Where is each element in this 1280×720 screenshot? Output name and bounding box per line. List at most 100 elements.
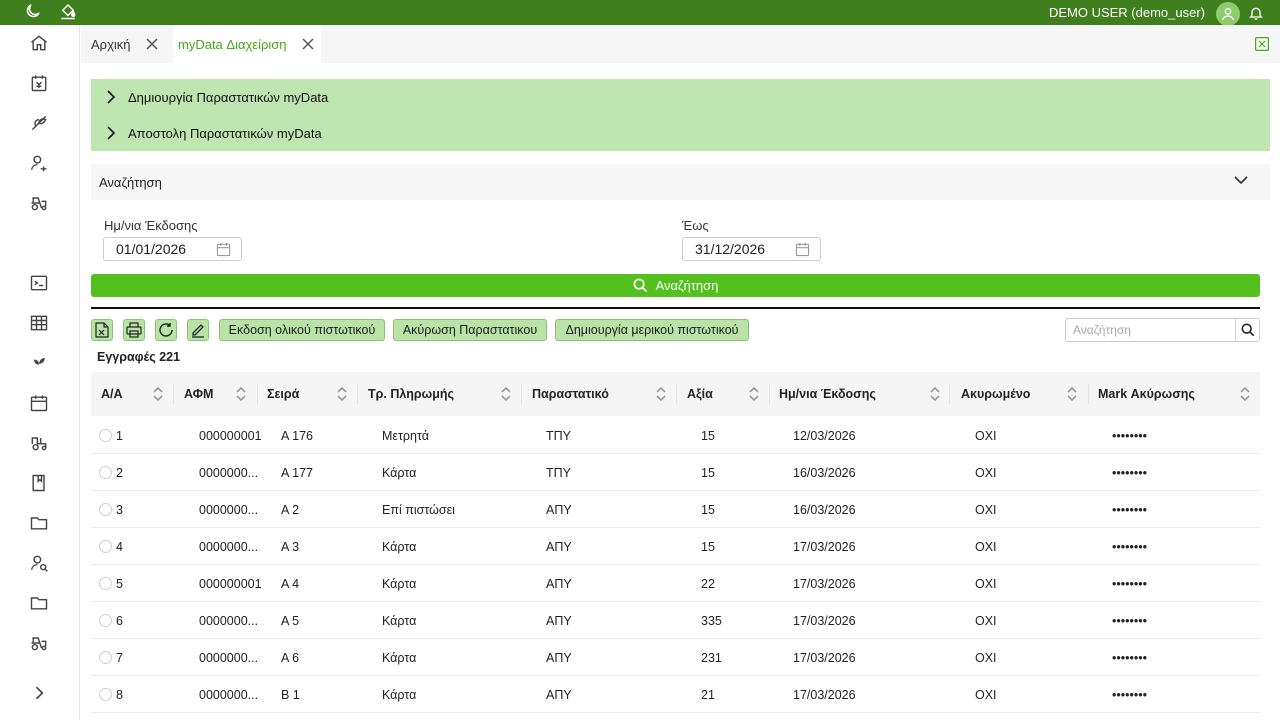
user-settings-icon[interactable] [29, 153, 49, 173]
row-radio[interactable] [99, 577, 112, 590]
user-name-label[interactable]: DEMO USER (demo_user) [1049, 5, 1205, 20]
accordion-create-documents[interactable]: Δημιουργία Παραστατικών myData [91, 79, 1270, 115]
cell-series: A 5 [281, 613, 300, 628]
tractor-small-icon[interactable] [29, 633, 49, 653]
column-header-issue-date[interactable]: Ημ/νια Έκδοσης [779, 372, 950, 416]
row-radio[interactable] [99, 651, 112, 664]
tab-mydata[interactable]: myData Διαχείριση [173, 25, 321, 63]
row-radio[interactable] [99, 429, 112, 442]
partial-credit-button[interactable]: Δημιουργία μερικού πιστωτικού [555, 319, 749, 341]
folder-icon[interactable] [29, 513, 49, 533]
user-search-icon[interactable] [29, 553, 49, 573]
cell-cancelled: ΟΧΙ [975, 650, 997, 665]
expand-icon[interactable] [29, 683, 49, 703]
moon-icon[interactable] [24, 2, 42, 20]
cell-afm: 0000000... [199, 539, 259, 554]
table-row[interactable]: 3 0000000... A 2 Επί πιστώσει ΑΠΥ 15 16/… [91, 491, 1260, 528]
row-radio[interactable] [99, 503, 112, 516]
column-label: Ακυρωμένο [961, 387, 1031, 401]
column-header-value[interactable]: Αξία [687, 372, 770, 416]
sort-icon[interactable] [235, 384, 247, 404]
sort-icon[interactable] [748, 384, 760, 404]
table-row[interactable]: 5 000000001 A 4 Κάρτα ΑΠΥ 22 17/03/2026 … [91, 565, 1260, 602]
table-icon[interactable] [29, 313, 49, 333]
paint-bucket-icon[interactable] [59, 2, 77, 20]
cell-document: ΑΠΥ [546, 576, 572, 591]
top-bar: DEMO USER (demo_user) [0, 0, 1280, 26]
tab-home-label: Αρχική [91, 36, 131, 52]
cell-value: 335 [701, 613, 722, 628]
calendar-icon[interactable] [795, 242, 810, 257]
column-divider [173, 384, 174, 404]
accordion-send-documents[interactable]: Αποστολη Παραστατικών myData [91, 115, 1270, 151]
column-header-cancelled[interactable]: Ακυρωμένο [961, 372, 1089, 416]
search-button[interactable]: Αναζήτηση [91, 274, 1260, 297]
terminal-icon[interactable] [29, 273, 49, 293]
cell-afm: 0000000... [199, 613, 259, 628]
calendar-icon[interactable] [29, 393, 49, 413]
tab-home[interactable]: Αρχική [81, 25, 173, 63]
sort-icon[interactable] [152, 384, 164, 404]
column-header-payment[interactable]: Τρ. Πληρωμής [368, 372, 522, 416]
column-header-mark-cancel[interactable]: Mark Ακύρωσης [1098, 372, 1260, 416]
table-row[interactable]: 1 000000001 A 176 Μετρητά ΤΠΥ 15 12/03/2… [91, 417, 1260, 454]
cell-issue-date: 16/03/2026 [793, 465, 856, 480]
folder-alt-icon[interactable] [29, 593, 49, 613]
table-row[interactable]: 6 0000000... A 5 Κάρτα ΑΠΥ 335 17/03/202… [91, 602, 1260, 639]
column-divider [521, 384, 522, 404]
column-header-afm[interactable]: ΑΦΜ [184, 372, 258, 416]
chevron-right-icon [106, 126, 116, 140]
sort-icon[interactable] [655, 384, 667, 404]
sort-icon[interactable] [1066, 384, 1078, 404]
sort-icon[interactable] [1239, 384, 1251, 404]
full-credit-button[interactable]: Εκδοση ολικού πιστωτικού [219, 319, 385, 341]
cell-value: 15 [701, 539, 715, 554]
cell-issue-date: 17/03/2026 [793, 613, 856, 628]
sort-icon[interactable] [929, 384, 941, 404]
row-radio[interactable] [99, 540, 112, 553]
edit-button[interactable] [187, 319, 209, 341]
grid-search-input[interactable] [1066, 319, 1236, 341]
row-radio[interactable] [99, 688, 112, 701]
table-row[interactable]: 7 0000000... A 6 Κάρτα ΑΠΥ 231 17/03/202… [91, 639, 1260, 676]
sort-icon[interactable] [500, 384, 512, 404]
bell-icon[interactable] [1248, 4, 1264, 22]
column-header-series[interactable]: Σειρά [267, 372, 358, 416]
tractor-icon[interactable] [29, 193, 49, 213]
row-radio[interactable] [99, 614, 112, 627]
excel-export-button[interactable] [91, 319, 113, 341]
excel-close-all-icon[interactable] [1255, 37, 1269, 51]
cell-series: A 2 [281, 502, 300, 517]
date-from-input[interactable]: 01/01/2026 [103, 237, 242, 261]
column-header-aa[interactable]: Α/Α [101, 372, 174, 416]
home-icon[interactable] [29, 33, 49, 53]
cell-aa: 4 [116, 539, 123, 554]
calendar-icon[interactable] [216, 242, 231, 257]
row-radio[interactable] [99, 466, 112, 479]
user-avatar-icon[interactable] [1216, 2, 1240, 26]
sort-icon[interactable] [336, 384, 348, 404]
search-panel-header[interactable]: Αναζήτηση [91, 164, 1270, 200]
table-row[interactable]: 2 0000000... A 177 Κάρτα ΤΠΥ 15 16/03/20… [91, 454, 1260, 491]
close-icon[interactable] [301, 37, 315, 51]
tractor-alt-icon[interactable] [29, 433, 49, 453]
sprout-icon[interactable] [29, 353, 49, 373]
table-row[interactable]: 4 0000000... A 3 Κάρτα ΑΠΥ 15 17/03/2026… [91, 528, 1260, 565]
cell-payment: Κάρτα [382, 576, 417, 591]
cell-payment: Κάρτα [382, 687, 417, 702]
invoice-icon[interactable] [29, 73, 49, 93]
column-divider [676, 384, 677, 404]
cancel-document-button[interactable]: Ακύρωση Παραστατικου [393, 319, 547, 341]
column-header-document[interactable]: Παραστατικό [532, 372, 677, 416]
book-icon[interactable] [29, 473, 49, 493]
print-button[interactable] [123, 319, 145, 341]
refresh-button[interactable] [155, 319, 177, 341]
table-row[interactable]: 8 0000000... B 1 Κάρτα ΑΠΥ 21 17/03/2026… [91, 676, 1260, 713]
cell-aa: 6 [116, 613, 123, 628]
date-from-label: Ημ/νια Έκδοσης [104, 218, 198, 233]
plant-icon[interactable] [29, 113, 49, 133]
search-icon[interactable] [1235, 319, 1259, 341]
close-icon[interactable] [145, 37, 159, 51]
cell-afm: 0000000... [199, 465, 259, 480]
date-to-input[interactable]: 31/12/2026 [682, 237, 821, 261]
